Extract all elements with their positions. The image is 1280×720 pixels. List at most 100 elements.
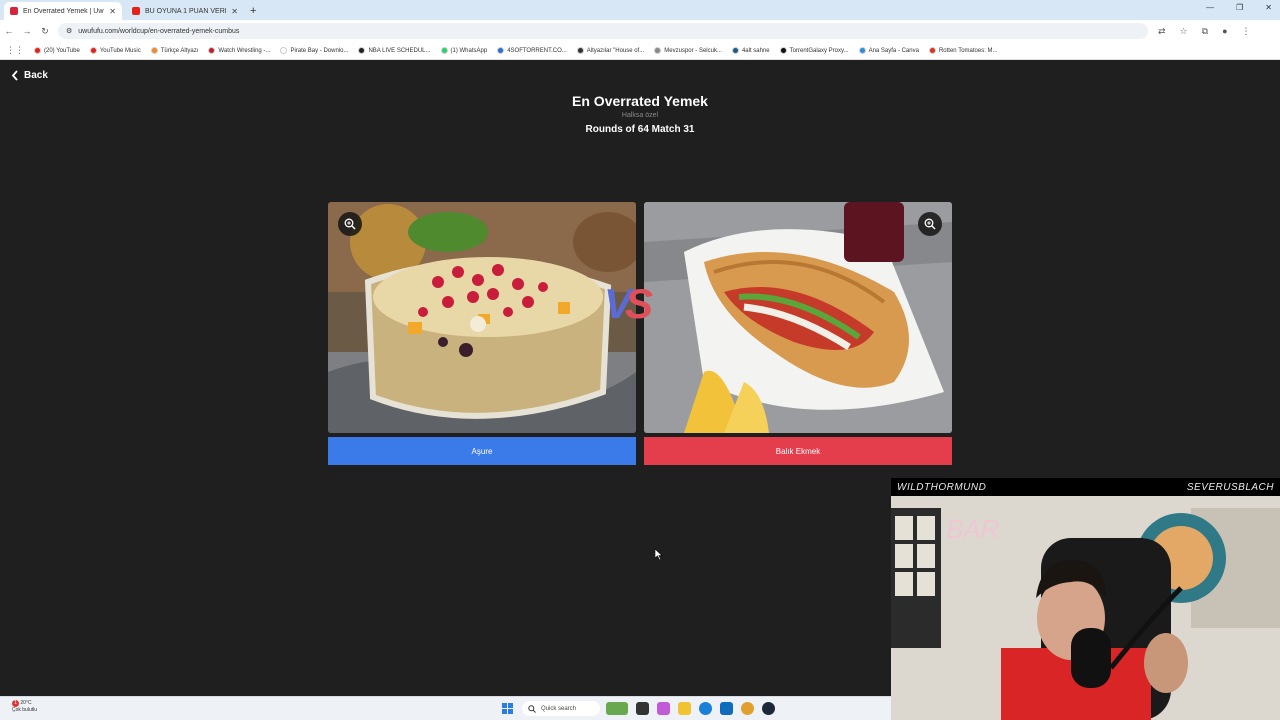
bookmark-label: 4SOFTORRENT.CO... (507, 47, 567, 54)
bookmark-item[interactable]: YouTube Music (89, 47, 141, 54)
bookmarks-bar: ⋮⋮ (20) YouTube YouTube Music Türkçe Altya… (0, 42, 1280, 60)
url-text: uwufufu.com/worldcup/en-overrated-yemek-… (78, 27, 240, 35)
copilot-app-icon[interactable] (657, 702, 670, 715)
toolbar-icons: ⇄ ☆ ⧉ ● ⋮ (1158, 26, 1251, 37)
bookmark-favicon-icon (576, 47, 584, 54)
bookmark-label: Watch Wrestling -... (218, 47, 271, 54)
bookmark-item[interactable]: 4alt sahne (731, 47, 770, 54)
reload-icon[interactable]: ↻ (36, 26, 54, 37)
bookmark-item[interactable]: Altyazılar "House of... (576, 47, 645, 54)
vs-s: S (625, 280, 653, 327)
translate-icon[interactable]: ⇄ (1158, 26, 1166, 37)
chevron-left-icon (11, 70, 18, 81)
webcam-overlay: BAR WILDTHORMUND SEVERUSBLACH (891, 478, 1280, 720)
site-info-icon[interactable]: ⚙ (66, 27, 72, 35)
bookmark-label: Rotten Tomatoes: M... (938, 47, 998, 54)
bookmark-label: TorrentGalaxy Proxy... (789, 47, 849, 54)
neon-bar-sign: BAR (946, 514, 999, 544)
bookmark-item[interactable]: (1) WhatsApp (440, 47, 488, 54)
zoom-right-button[interactable] (918, 212, 942, 236)
quick-search-box[interactable]: Quick search (522, 701, 600, 716)
weather-text: Çok bulutlu (12, 707, 38, 713)
bookmark-star-icon[interactable]: ☆ (1180, 26, 1188, 37)
bookmark-item[interactable]: (20) YouTube (34, 47, 80, 54)
choose-left-button[interactable]: Aşure (328, 437, 636, 465)
forward-arrow-icon[interactable]: → (18, 26, 36, 36)
tab-title: En Overrated Yemek | UwUFUF (23, 7, 104, 15)
bookmark-favicon-icon (440, 47, 448, 54)
windows-start-icon[interactable] (502, 703, 513, 714)
extensions-icon[interactable]: ⧉ (1202, 26, 1208, 37)
bookmark-label: NBA LIVE SCHEDUL... (368, 47, 431, 54)
zoom-in-icon (924, 218, 936, 230)
bookmark-label: Altyazılar "House of... (586, 47, 645, 54)
close-tab-icon[interactable]: ✕ (231, 7, 238, 16)
mouse-cursor-icon (655, 549, 663, 560)
webcam-right-name: SEVERUSBLACH (1186, 481, 1274, 493)
choose-right-button[interactable]: Balık Ekmek (644, 437, 952, 465)
restore-icon[interactable]: ❐ (1236, 3, 1243, 12)
url-field[interactable]: ⚙ uwufufu.com/worldcup/en-overrated-yeme… (58, 23, 1148, 39)
bookmark-item[interactable]: Türkçe Altyazı (150, 47, 199, 54)
notification-badge: 1 (12, 700, 19, 707)
back-arrow-icon[interactable]: ← (0, 26, 18, 36)
youtube-favicon-icon (132, 7, 140, 15)
profile-icon[interactable]: ● (1222, 26, 1227, 37)
back-label: Back (24, 70, 48, 81)
close-tab-icon[interactable]: ✕ (109, 7, 116, 16)
search-icon (528, 704, 536, 713)
menu-dots-icon[interactable]: ⋮ (1242, 26, 1251, 37)
bookmark-favicon-icon (208, 47, 216, 54)
bookmark-label: Türkçe Altyazı (160, 47, 199, 54)
tab-youtube[interactable]: BU OYUNA 1 PUAN VERIYORUI... ✕ (126, 2, 244, 20)
bookmark-favicon-icon (858, 47, 866, 54)
weather-widget[interactable]: 1 20°C Çok bulutlu (12, 700, 37, 714)
zoom-left-button[interactable] (338, 212, 362, 236)
address-toolbar: ← → ↻ ⚙ uwufufu.com/worldcup/en-overrate… (0, 20, 1280, 42)
bookmark-favicon-icon (150, 47, 158, 54)
bookmark-favicon-icon (358, 47, 366, 54)
chrome-browser-icon[interactable] (741, 702, 754, 715)
bookmark-label: 4alt sahne (741, 47, 770, 54)
close-window-icon[interactable]: ✕ (1265, 3, 1272, 12)
bookmark-label: YouTube Music (99, 47, 141, 54)
bookmark-favicon-icon (928, 47, 936, 54)
windows-taskbar: 1 20°C Çok bulutlu Quick search (0, 696, 891, 720)
bookmark-label: Pirate Bay - Downlo... (290, 47, 349, 54)
taskbar-app-icons (606, 702, 775, 715)
window-controls: — ❐ ✕ (1206, 3, 1272, 12)
apps-grid-icon[interactable]: ⋮⋮ (6, 45, 24, 56)
bookmark-item[interactable]: Ana Sayfa - Canva (858, 47, 919, 54)
uwufufu-favicon-icon (10, 7, 18, 15)
bookmark-favicon-icon (89, 47, 97, 54)
bookmark-item[interactable]: Watch Wrestling -... (208, 47, 270, 54)
bookmark-item[interactable]: Rotten Tomatoes: M... (928, 47, 998, 54)
bookmark-item[interactable]: Mevzuspor - Selcuk... (654, 47, 722, 54)
bookmark-label: Mevzuspor - Selcuk... (664, 47, 722, 54)
page-subtitle: Halksa özel (621, 112, 659, 119)
steam-app-icon[interactable] (762, 702, 775, 715)
right-choice-image[interactable] (644, 202, 952, 433)
bookmark-favicon-icon (497, 47, 505, 54)
tab-uwufufu[interactable]: En Overrated Yemek | UwUFUF ✕ (4, 2, 122, 20)
bookmark-favicon-icon (731, 47, 739, 54)
bookmark-label: (20) YouTube (44, 47, 80, 54)
edge-browser-icon[interactable] (699, 702, 712, 715)
quick-search-label: Quick search (541, 705, 577, 712)
bookmark-label: (1) WhatsApp (450, 47, 488, 54)
bookmark-item[interactable]: NBA LIVE SCHEDUL... (358, 47, 431, 54)
minimize-icon[interactable]: — (1206, 3, 1214, 12)
browser-tab-bar: En Overrated Yemek | UwUFUF ✕ BU OYUNA 1… (0, 0, 1280, 20)
bookmark-favicon-icon (654, 47, 662, 54)
new-tab-button[interactable]: + (250, 2, 256, 20)
outlook-icon[interactable] (720, 702, 733, 715)
back-button[interactable]: Back (11, 70, 48, 81)
vs-label: VS (604, 280, 653, 328)
terminal-app-icon[interactable] (636, 702, 649, 715)
bookmark-item[interactable]: Pirate Bay - Downlo... (280, 47, 348, 54)
file-explorer-icon[interactable] (678, 702, 691, 715)
left-choice-image[interactable] (328, 202, 636, 433)
bookmark-item[interactable]: TorrentGalaxy Proxy... (779, 47, 849, 54)
bookmark-item[interactable]: 4SOFTORRENT.CO... (497, 47, 567, 54)
game-app-icon[interactable] (606, 702, 628, 715)
